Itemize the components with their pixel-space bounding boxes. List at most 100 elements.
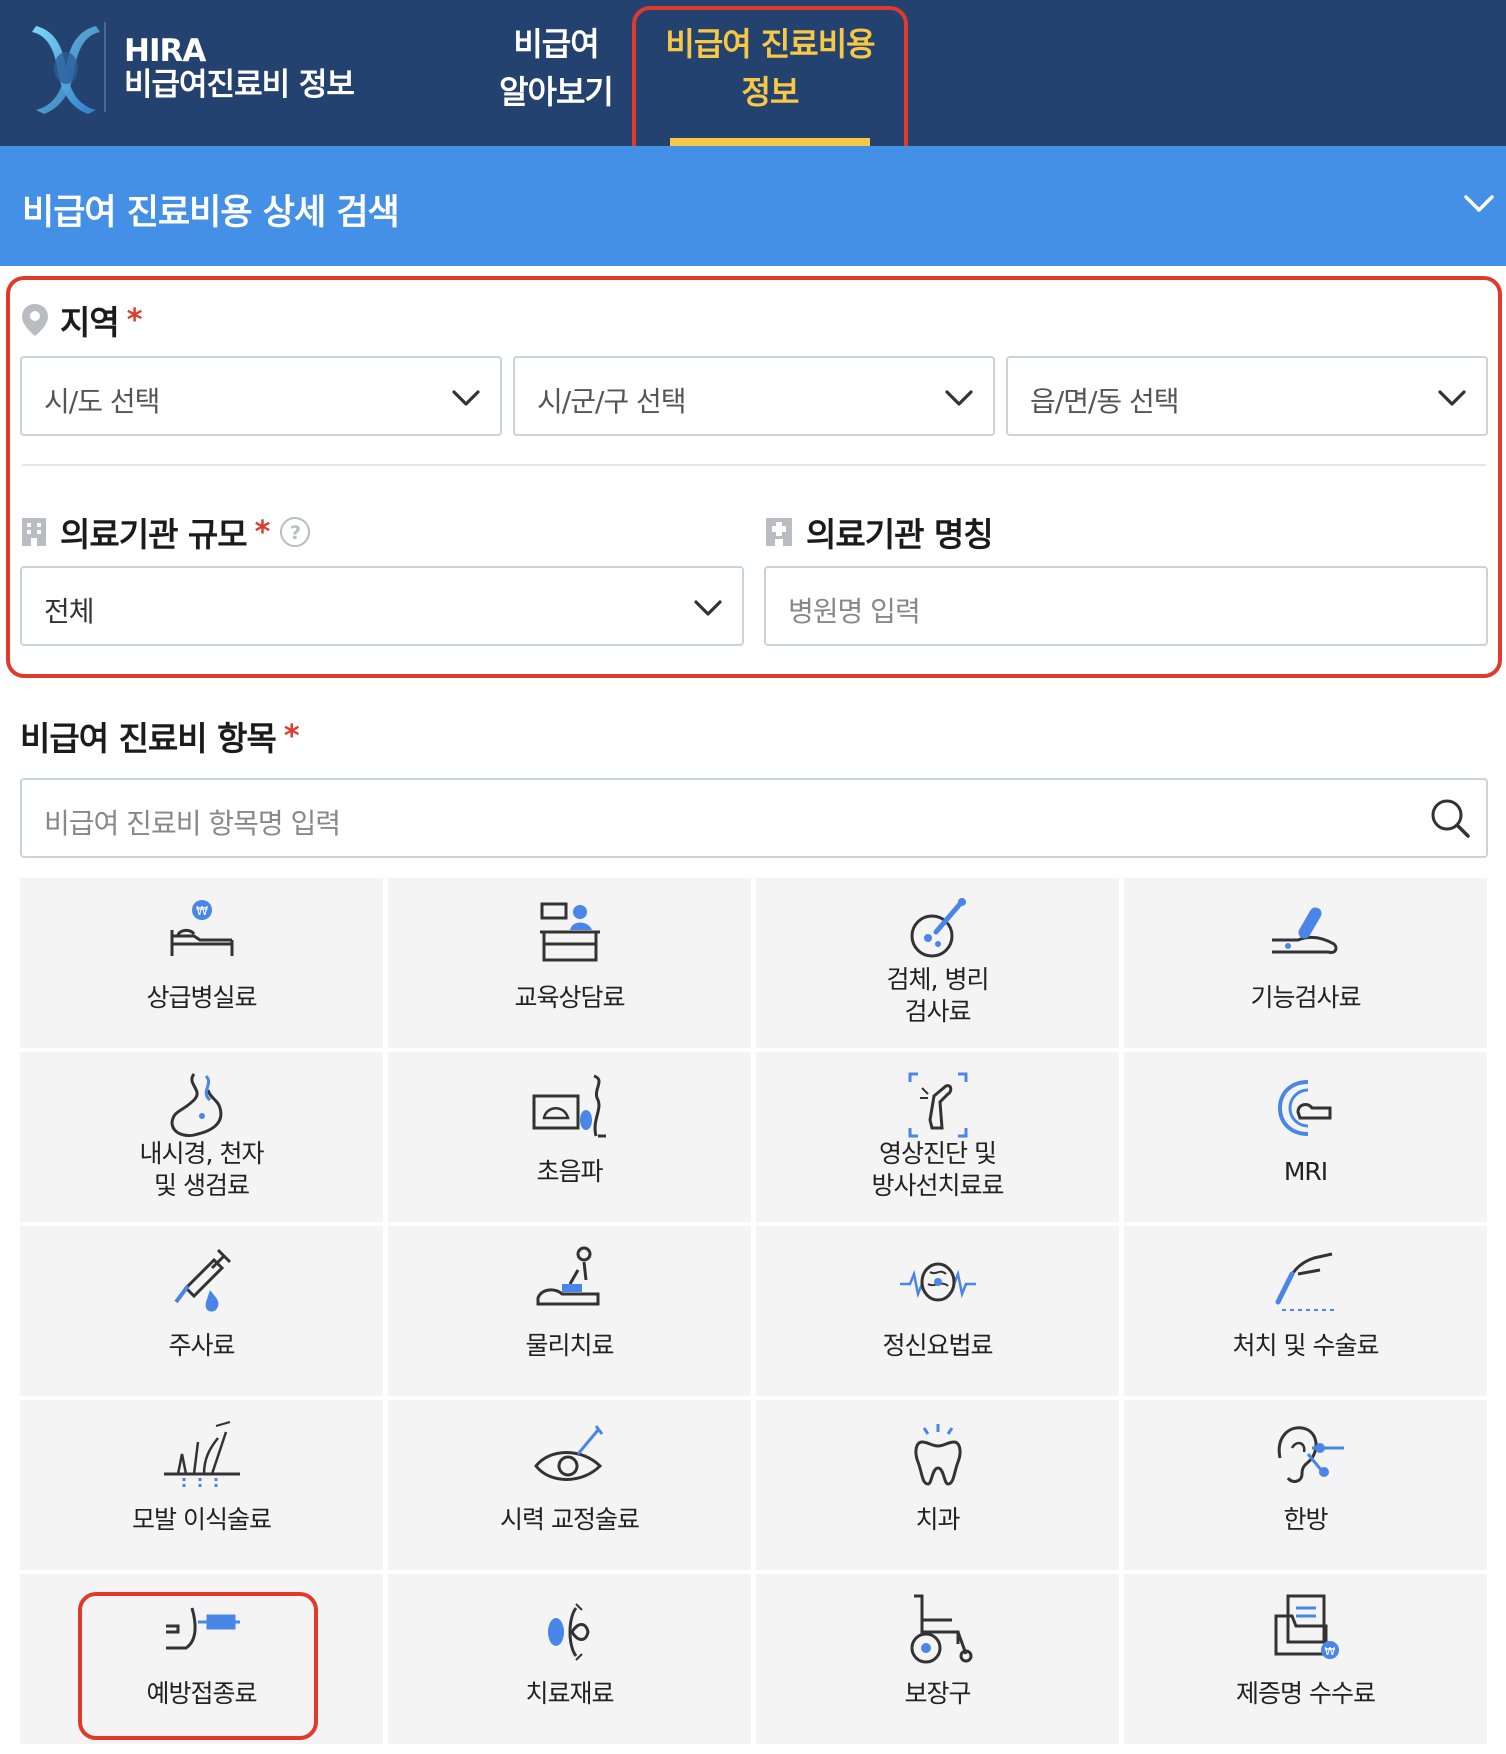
category-label: 치과	[915, 1505, 960, 1534]
detail-search-header[interactable]: 비급여 진료비용 상세 검색	[0, 146, 1506, 266]
ultrasound-icon	[532, 1074, 606, 1138]
category-label: 예방접종료	[146, 1679, 257, 1708]
physical-therapy-icon	[536, 1246, 600, 1306]
category-item-endoscopy[interactable]: 내시경, 천자 및 생검료	[20, 1052, 383, 1222]
province-select-value: 시/도 선택	[44, 385, 160, 418]
category-label-line1: 내시경, 천자	[139, 1139, 265, 1168]
svg-text:₩: ₩	[1325, 1645, 1336, 1658]
category-label: 기능검사료	[1250, 983, 1361, 1012]
category-item-hair-transplant[interactable]: 모발 이식술료	[20, 1400, 383, 1570]
category-label: 제증명 수수료	[1236, 1679, 1376, 1708]
institution-scale-label-text: 의료기관 규모	[60, 515, 248, 554]
chevron-down-icon[interactable]	[1462, 186, 1496, 220]
category-item-vaccination[interactable]: 예방접종료	[20, 1574, 383, 1744]
city-district-select[interactable]: 시/군/구 선택	[513, 356, 995, 436]
province-select[interactable]: 시/도 선택	[20, 356, 502, 436]
wheelchair-icon	[910, 1594, 973, 1664]
hira-logo-icon	[32, 26, 100, 114]
institution-name-label: 의료기관 명칭	[764, 508, 994, 556]
category-item-dental[interactable]: 치과	[756, 1400, 1119, 1570]
category-item-private-room[interactable]: ₩ 상급병실료	[20, 878, 383, 1048]
category-label: 한방	[1283, 1505, 1328, 1534]
tab-non-covered-cost-info[interactable]: 비급여 진료비용 정보	[640, 20, 900, 116]
hospital-name-input[interactable]: 병원명 입력	[764, 566, 1488, 646]
category-label: 시력 교정술료	[500, 1505, 640, 1534]
surgery-icon	[1275, 1252, 1338, 1311]
institution-name-label-text: 의료기관 명칭	[806, 515, 994, 554]
category-item-mri[interactable]: MRI	[1124, 1052, 1487, 1222]
vaccination-icon	[166, 1607, 240, 1650]
institution-scale-select[interactable]: 전체	[20, 566, 744, 646]
category-item-ultrasound[interactable]: 초음파	[388, 1052, 751, 1222]
town-select-value: 읍/면/동 선택	[1030, 385, 1180, 418]
specimen-test-icon	[910, 898, 966, 958]
category-item-injection[interactable]: 주사료	[20, 1226, 383, 1396]
items-label-text: 비급여 진료비 항목	[20, 719, 277, 758]
certificate-fee-icon: ₩	[1274, 1594, 1339, 1659]
city-select-value: 시/군/구 선택	[537, 385, 687, 418]
syringe-icon	[174, 1248, 232, 1312]
logo-line-1: HIRA	[124, 33, 206, 69]
category-label: 치료재료	[525, 1679, 614, 1708]
town-select[interactable]: 읍/면/동 선택	[1006, 356, 1488, 436]
item-category-grid: ₩ 상급병실료 교육상담료 검체, 병리 검사료 기능검사료 내시경, 천자 및…	[20, 878, 1488, 1754]
required-mark: *	[254, 514, 271, 550]
tooth-icon	[914, 1424, 962, 1486]
search-icon[interactable]	[1428, 796, 1472, 840]
xray-icon	[908, 1072, 968, 1138]
category-label: 모발 이식술료	[132, 1505, 272, 1534]
svg-text:₩: ₩	[196, 904, 208, 918]
chevron-down-icon	[1438, 390, 1466, 406]
category-label: 교육상담료	[514, 983, 625, 1012]
brain-wave-icon	[900, 1262, 976, 1302]
svg-text:?: ?	[290, 522, 300, 544]
category-label: 물리치료	[525, 1331, 614, 1360]
category-label: MRI	[1283, 1157, 1328, 1186]
institution-scale-label: 의료기관 규모 * ?	[20, 508, 311, 556]
category-item-psychotherapy[interactable]: 정신요법료	[756, 1226, 1119, 1396]
logo-divider	[104, 22, 106, 112]
items-label: 비급여 진료비 항목 *	[20, 712, 300, 760]
category-label: 처치 및 수술료	[1232, 1331, 1380, 1360]
function-test-icon	[1272, 907, 1338, 954]
category-label-line1: 검체, 병리	[886, 965, 990, 994]
site-logo-text[interactable]: HIRA 비급여진료비 정보	[124, 33, 355, 103]
item-search-placeholder: 비급여 진료비 항목명 입력	[44, 807, 341, 840]
required-mark: *	[283, 718, 300, 754]
category-item-assistive-device[interactable]: 보장구	[756, 1574, 1119, 1744]
region-label: 지역 *	[20, 296, 143, 344]
category-item-physical-therapy[interactable]: 물리치료	[388, 1226, 751, 1396]
category-item-imaging-radiation[interactable]: 영상진단 및 방사선치료료	[756, 1052, 1119, 1222]
category-label: 정신요법료	[882, 1331, 993, 1360]
tab-label-line2: 정보	[741, 73, 800, 111]
category-item-vision-correction[interactable]: 시력 교정술료	[388, 1400, 751, 1570]
tab-label-line1: 비급여	[513, 25, 599, 63]
category-item-function-test[interactable]: 기능검사료	[1124, 878, 1487, 1048]
category-label: 초음파	[536, 1157, 603, 1186]
hospital-name-placeholder: 병원명 입력	[788, 595, 921, 628]
chevron-down-icon	[945, 390, 973, 406]
location-pin-icon	[22, 304, 48, 336]
consultation-icon	[540, 902, 600, 962]
category-item-education-consult[interactable]: 교육상담료	[388, 878, 751, 1048]
tab-label-line2: 알아보기	[499, 73, 614, 111]
help-question-icon[interactable]: ?	[279, 516, 311, 548]
category-label-line1: 영상진단 및	[879, 1139, 997, 1168]
detail-search-title: 비급여 진료비용 상세 검색	[22, 193, 400, 233]
category-item-procedure-surgery[interactable]: 처치 및 수술료	[1124, 1226, 1487, 1396]
chevron-down-icon	[694, 600, 722, 616]
acupuncture-icon	[1277, 1426, 1344, 1483]
tab-non-covered-overview[interactable]: 비급여 알아보기	[470, 20, 642, 116]
tab-label-line1: 비급여 진료비용	[665, 25, 875, 63]
hospital-bed-icon: ₩	[170, 900, 234, 956]
region-label-text: 지역	[60, 303, 120, 342]
required-mark: *	[126, 302, 143, 338]
item-search-input[interactable]: 비급여 진료비 항목명 입력	[20, 778, 1488, 858]
hospital-icon	[766, 518, 792, 546]
chevron-down-icon	[452, 390, 480, 406]
category-item-specimen-pathology[interactable]: 검체, 병리 검사료	[756, 878, 1119, 1048]
category-item-oriental-medicine[interactable]: 한방	[1124, 1400, 1487, 1570]
logo-line-2: 비급여진료비 정보	[124, 67, 355, 103]
category-item-treatment-material[interactable]: 치료재료	[388, 1574, 751, 1744]
category-item-certificate-fee[interactable]: ₩ 제증명 수수료	[1124, 1574, 1487, 1744]
